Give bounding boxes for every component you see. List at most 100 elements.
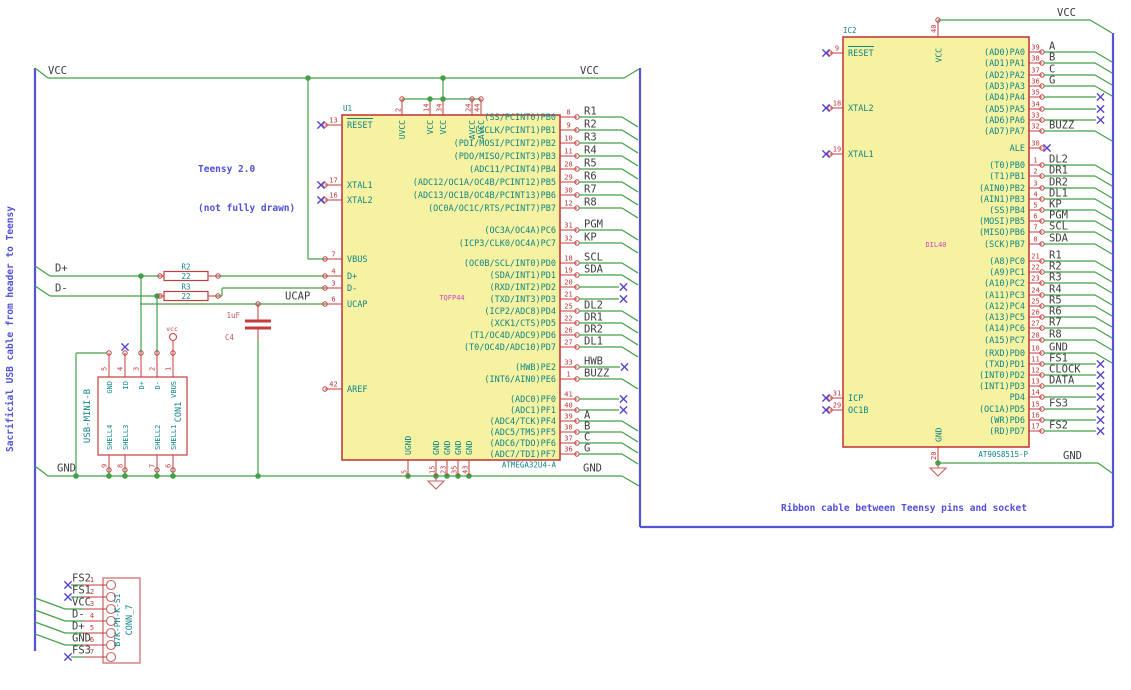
- bus-entry: [34, 597, 66, 610]
- pin-name: RESET: [347, 121, 373, 131]
- bus-entry: [1094, 62, 1113, 74]
- bus-entry: [1097, 462, 1113, 474]
- pin-number: 2: [395, 108, 403, 112]
- vcc-symbol-icon: [168, 332, 178, 342]
- pin-name: (AD3)PA3: [984, 82, 1025, 92]
- pin-name: (INT1)PD3: [979, 382, 1025, 392]
- schematic-canvas: VCC VCC GND GND D+ D- R2 22 R3 22 UCAP 1uF C4 vcc 5 GND…: [0, 0, 1131, 690]
- pin-number: 28: [564, 161, 572, 169]
- pin-number: 1: [165, 367, 173, 371]
- pin-name: (AD6)PA6: [984, 116, 1025, 126]
- bus-entry: [621, 129, 639, 141]
- schematic-drawing: VCC VCCGND GNDD+D-R222R322 UCAP1uFC4vcc5GND…: [33, 7, 1115, 664]
- bus-entry: [621, 334, 639, 346]
- net-label-vcc: VCC: [580, 65, 599, 77]
- note-usb-cable: Sacrificial USB cable from header to Tee…: [5, 206, 16, 452]
- net-label-r8: R8: [1049, 329, 1062, 341]
- bus-entry: [623, 68, 640, 79]
- pin-number: 11: [1031, 356, 1039, 364]
- capacitor-c4[interactable]: 1uF C4: [225, 304, 271, 476]
- resistor-r3[interactable]: R322: [157, 283, 221, 302]
- pin-name: PD4: [1010, 393, 1025, 403]
- bus-entry: [621, 155, 639, 167]
- u1-package: TQFP44: [439, 294, 464, 302]
- conn7-ref: CONN_7: [125, 605, 135, 636]
- pin-name: (HWB)PE2: [515, 363, 556, 373]
- pin-name: GND: [106, 381, 114, 394]
- connector-conn7[interactable]: 1FS22FS13VCC4D-5D+6GND7FS3B7K-PH-K-S1 CON…: [34, 573, 141, 664]
- bus-entry: [621, 181, 639, 193]
- bus-entry: [621, 207, 639, 219]
- pin-name: SHELL4: [106, 425, 114, 450]
- chip-u1[interactable]: U1ATMEGA32U4-ATQFP442UVCC14VCC34VCC24AVC…: [316, 96, 639, 476]
- pin-number: 10: [564, 135, 572, 143]
- bus-entry: [1094, 175, 1113, 187]
- bus-entry: [1094, 130, 1113, 142]
- pin-name: (TXD)PD1: [984, 360, 1025, 370]
- pin-number: 17: [329, 177, 337, 185]
- bus-entry: [1094, 220, 1113, 232]
- pin-number: 20: [930, 452, 938, 460]
- bus-entry: [1094, 339, 1113, 351]
- bus-entry: [1094, 282, 1113, 294]
- bus-entry: [1094, 51, 1113, 63]
- pin-number: 24: [1031, 287, 1039, 295]
- ground-symbol-icon: [928, 463, 948, 477]
- bus-entry: [621, 242, 639, 254]
- conn7-pad: [105, 651, 117, 663]
- pin-name: XTAL1: [848, 150, 874, 160]
- net-label-b: B: [1049, 52, 1055, 64]
- pin-number: 41: [564, 391, 572, 399]
- net-label-dplus: D+: [72, 621, 85, 633]
- pin-number: 23: [1031, 275, 1039, 283]
- net-label-r3: R3: [584, 132, 597, 144]
- chip-ic2[interactable]: IC2 AT90S8515-P DIL40 40 VCC VCC 20 GND GND 9 RESE…: [821, 7, 1113, 477]
- pin-name: (SS/PCINT0)PB0: [484, 113, 556, 123]
- bus-entry: [621, 262, 639, 274]
- pin-name: GND: [454, 440, 463, 455]
- pin-number: 26: [1031, 309, 1039, 317]
- bus-entry: [621, 442, 639, 454]
- pin-name: (ICP2/ADC8)PD4: [484, 307, 556, 317]
- net-label-vcc: VCC: [72, 597, 91, 609]
- pin-name: (A10)PC2: [984, 279, 1025, 289]
- pin-number: 2: [149, 367, 157, 371]
- pin-number: 19: [833, 146, 841, 154]
- pin-number: 15: [429, 466, 437, 474]
- pin-name: VCC: [426, 120, 435, 135]
- pin-number: 1: [1033, 157, 1037, 165]
- bus-entry: [1094, 294, 1113, 306]
- pin-number: 37: [564, 435, 572, 443]
- pin-name: ALE: [1010, 144, 1025, 154]
- bus-entry: [34, 609, 66, 622]
- pin-name: (RXD/INT2)PD2: [489, 283, 556, 293]
- pin-name: GND: [935, 427, 944, 442]
- pin-number: 36: [564, 446, 572, 454]
- pin-name: GND: [465, 440, 474, 455]
- u1-value: ATMEGA32U4-A: [502, 461, 557, 470]
- net-label-ucap: UCAP: [285, 291, 310, 303]
- pin-name: ICP: [848, 394, 863, 404]
- pin-number: 13: [329, 117, 337, 125]
- resistor-r2[interactable]: R222: [157, 263, 221, 282]
- connector-con1[interactable]: 5 GND 4 ID 3 D+ 2 D- 1 VBUS 9 SHELL4 8 SHELL3 7 SHELL2 6…: [75, 342, 188, 476]
- bus-entry: [621, 378, 639, 390]
- net-label-vcc: VCC: [48, 65, 67, 77]
- pin-number: 19: [564, 267, 572, 275]
- pin-number: 34: [1031, 101, 1039, 109]
- pin-number: 28: [1031, 332, 1039, 340]
- net-label-dl2: DL2: [584, 300, 603, 312]
- pin-number: 18: [564, 255, 572, 263]
- vcc-power-symbol[interactable]: vcc: [166, 325, 178, 353]
- pin-number: 18: [833, 100, 841, 108]
- pin-number: 5: [101, 367, 109, 371]
- pin-name: (T1/OC4D/ADC9)PD6: [469, 331, 556, 341]
- pin-name: (PDO/MISO/PCINT3)PB3: [454, 152, 556, 162]
- pin-name: VCC: [935, 48, 944, 63]
- net-label-dr1: DR1: [1049, 165, 1068, 177]
- pin-number: 9: [835, 45, 839, 53]
- pin-number: 7: [1033, 224, 1037, 232]
- pin-name: (AD0)PA0: [984, 48, 1025, 58]
- pin-name: VBUS: [347, 255, 367, 265]
- pin-number: 16: [329, 192, 337, 200]
